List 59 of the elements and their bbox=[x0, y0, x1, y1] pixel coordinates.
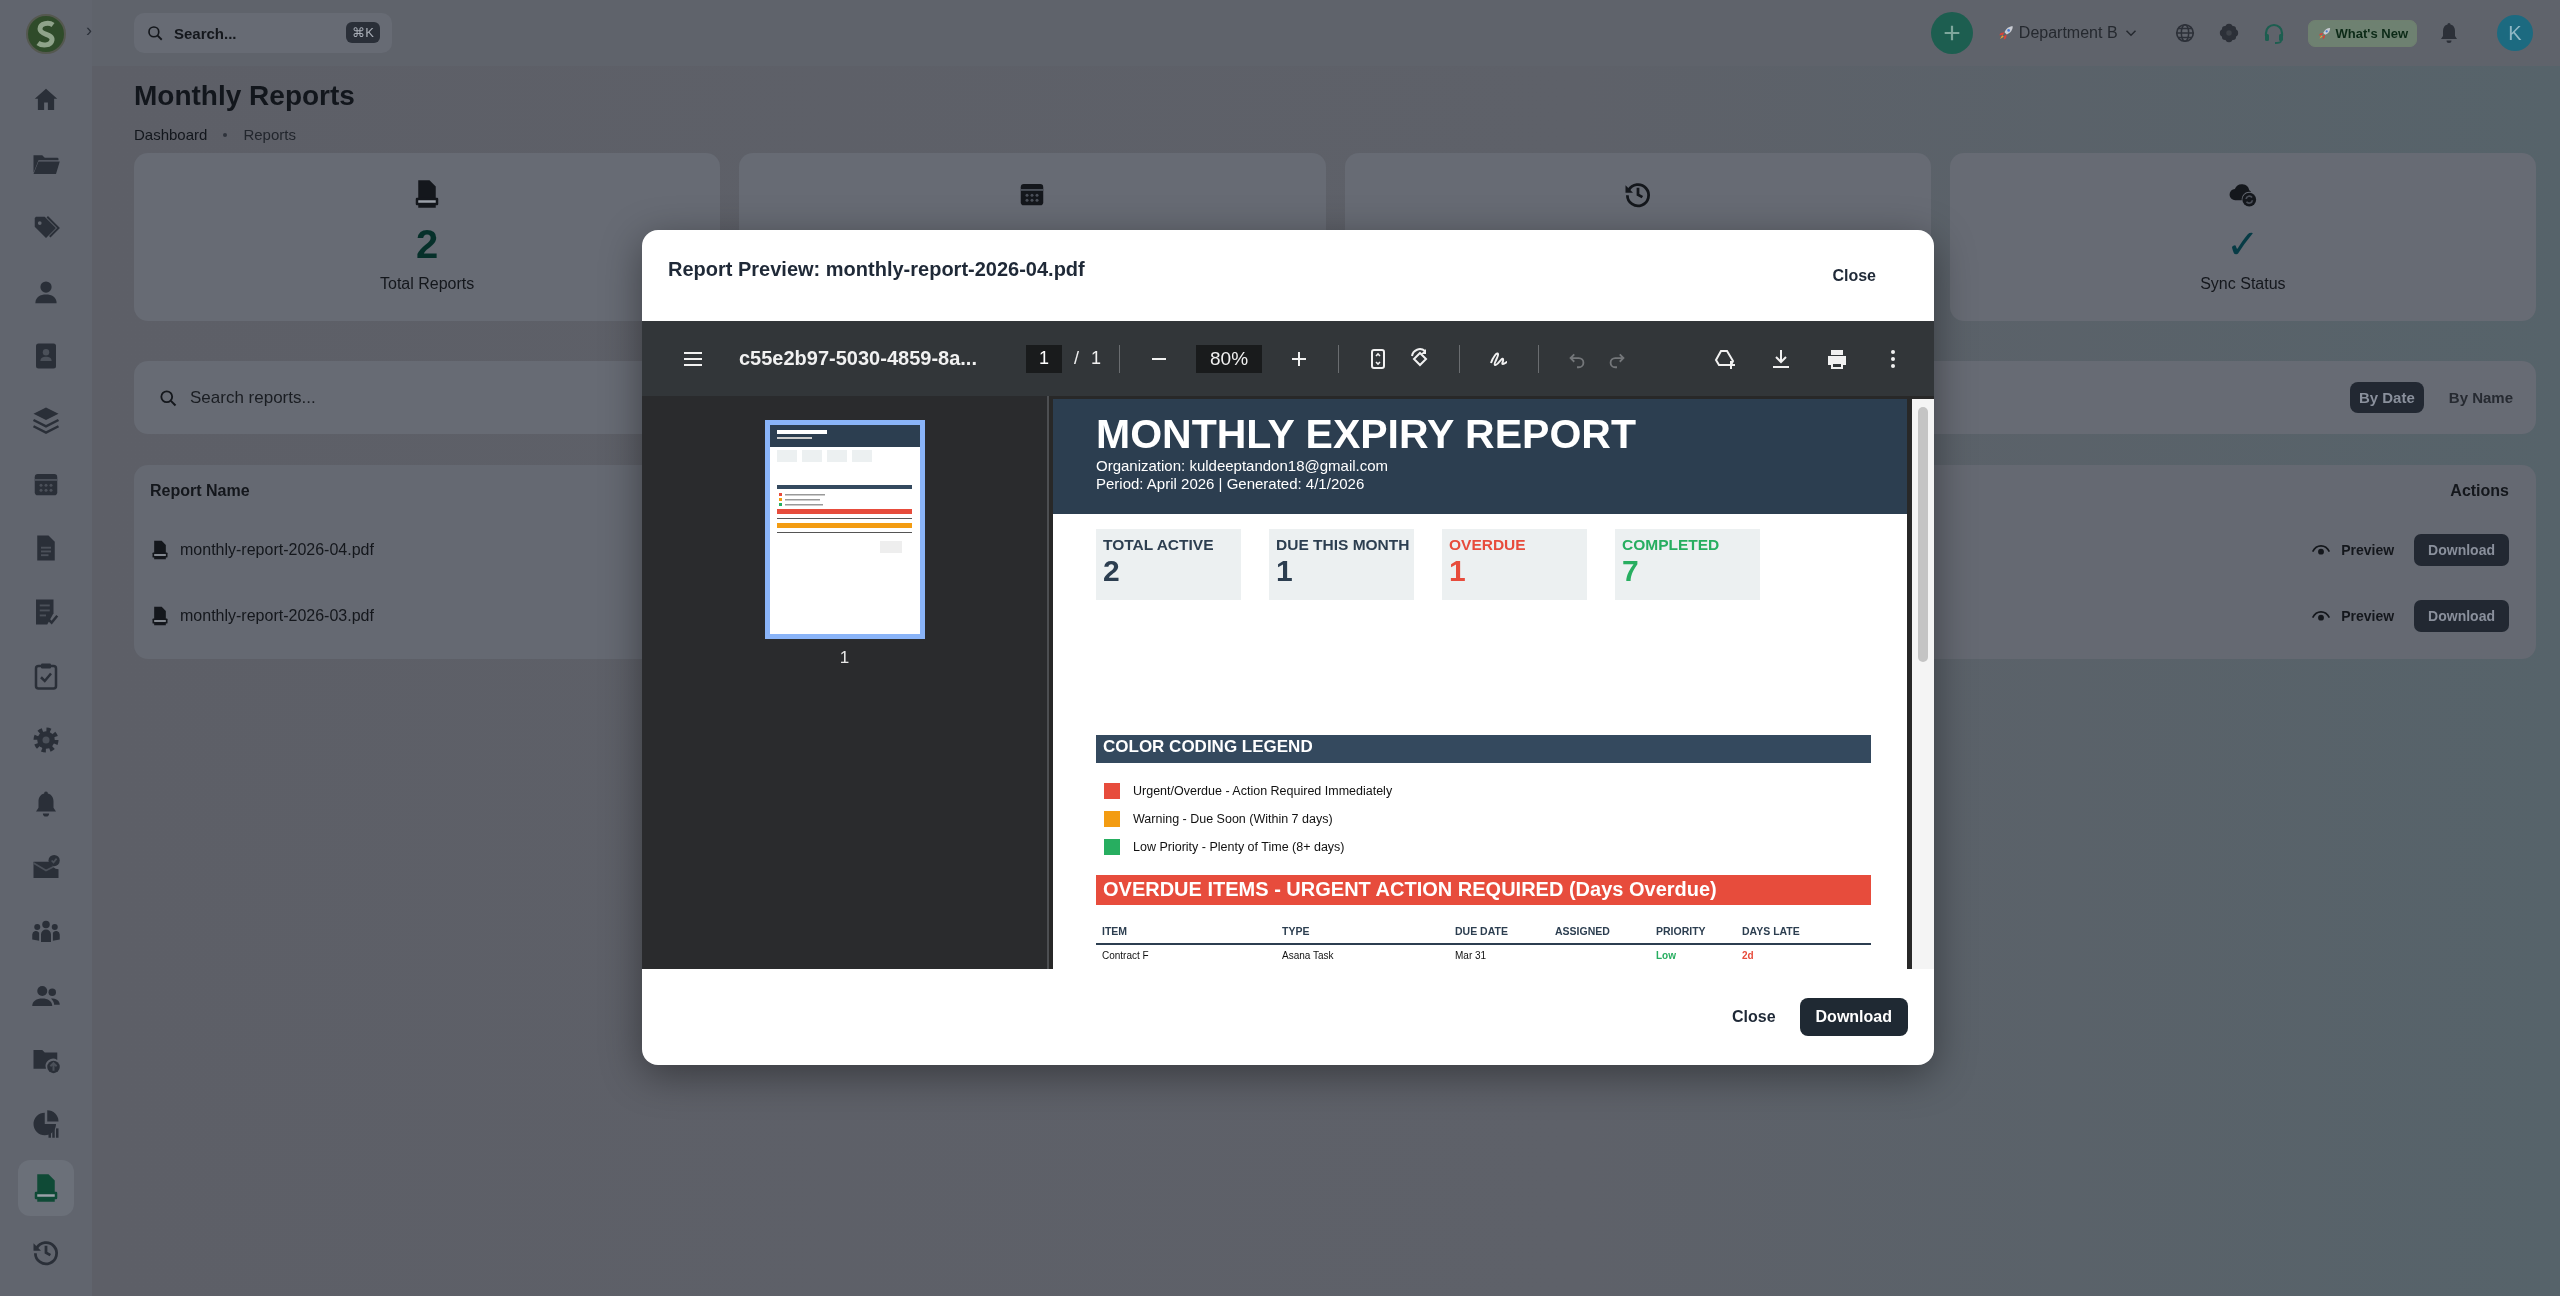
shortcut-badge: ⌘K bbox=[346, 22, 380, 43]
column-header: ASSIGNED bbox=[1549, 925, 1650, 944]
sort-toggle[interactable]: By Date bbox=[2349, 382, 2424, 413]
priority-cell: Low bbox=[1650, 944, 1736, 966]
summary-value: 2 bbox=[1103, 554, 1121, 588]
legend-label: Low Priority - Plenty of Time (8+ days) bbox=[1133, 840, 1345, 854]
breadcrumb-link[interactable]: Dashboard bbox=[134, 126, 208, 143]
column-header: PRIORITY bbox=[1650, 925, 1736, 944]
download-button[interactable]: Download bbox=[1799, 998, 1908, 1036]
report-name: monthly-report-2026-03.pdf bbox=[180, 607, 374, 625]
report-name: monthly-report-2026-04.pdf bbox=[180, 541, 374, 559]
stat-value: ✓ bbox=[2226, 221, 2260, 267]
summary-value: 1 bbox=[1449, 554, 1467, 588]
thumbnail-page-number: 1 bbox=[839, 648, 850, 668]
file-name: c55e2b97-5030-4859-8a... bbox=[739, 347, 978, 370]
table-cell: Contract F bbox=[1096, 944, 1276, 966]
summary-label: OVERDUE bbox=[1449, 536, 1527, 554]
table-cell: Mar 31 bbox=[1449, 944, 1549, 966]
preview-button[interactable]: Preview bbox=[2301, 534, 2405, 566]
summary-label: DUE THIS MONTH bbox=[1276, 536, 1407, 554]
table-cell: Asana Task bbox=[1276, 944, 1449, 966]
column-header: Report Name bbox=[150, 482, 250, 500]
close-button[interactable]: Close bbox=[1832, 260, 1876, 291]
days-late-cell: 2d bbox=[1736, 944, 1871, 966]
organization-line: Organization: kuldeeptandon18@gmail.com bbox=[1096, 457, 1390, 475]
breadcrumb-current: Reports bbox=[243, 126, 296, 143]
modal-title: Report Preview: monthly-report-2026-04.pdf bbox=[668, 258, 1085, 281]
legend-heading: COLOR CODING LEGEND bbox=[1096, 735, 1871, 763]
preview-button[interactable]: Preview bbox=[2301, 600, 2405, 632]
summary-value: 1 bbox=[1276, 554, 1294, 588]
column-header: DAYS LATE bbox=[1736, 925, 1871, 944]
column-header: DUE DATE bbox=[1449, 925, 1549, 944]
column-header: ITEM bbox=[1096, 925, 1276, 944]
legend-label: Warning - Due Soon (Within 7 days) bbox=[1133, 812, 1333, 826]
overdue-heading: OVERDUE ITEMS - URGENT ACTION REQUIRED (Days Overdue) bbox=[1096, 875, 1871, 905]
page-count: 1 bbox=[1091, 348, 1102, 369]
download-button[interactable]: Download bbox=[2414, 600, 2509, 632]
legend-label: Urgent/Overdue - Action Required Immediately bbox=[1133, 784, 1393, 798]
expand-chevron[interactable]: › bbox=[86, 20, 92, 41]
whats-new-button[interactable]: What's New bbox=[2307, 19, 2417, 47]
avatar[interactable]: K bbox=[2497, 15, 2533, 51]
zoom-level-field[interactable]: 80% bbox=[1196, 344, 1263, 373]
stat-value: 2 bbox=[416, 221, 439, 267]
page-title: Monthly Reports bbox=[134, 80, 356, 112]
stat-label: Total Reports bbox=[380, 275, 475, 293]
sort-toggle[interactable]: By Name bbox=[2439, 382, 2522, 413]
summary-value: 7 bbox=[1622, 554, 1640, 588]
department-dropdown[interactable]: Department B bbox=[1986, 18, 2150, 48]
download-button[interactable]: Download bbox=[2414, 534, 2509, 566]
period-line: Period: April 2026 | Generated: 4/1/2026 bbox=[1096, 475, 1366, 493]
column-header: TYPE bbox=[1276, 925, 1449, 944]
close-button[interactable]: Close bbox=[1732, 1002, 1776, 1032]
page-number-field[interactable]: 1 bbox=[1026, 344, 1062, 373]
column-header: Actions bbox=[2450, 482, 2509, 500]
stat-label: Sync Status bbox=[2200, 275, 2286, 293]
summary-label: COMPLETED bbox=[1622, 536, 1721, 554]
summary-label: TOTAL ACTIVE bbox=[1103, 536, 1215, 554]
report-title: MONTHLY EXPIRY REPORT bbox=[1096, 411, 1637, 457]
page-separator: / bbox=[1074, 348, 1079, 369]
